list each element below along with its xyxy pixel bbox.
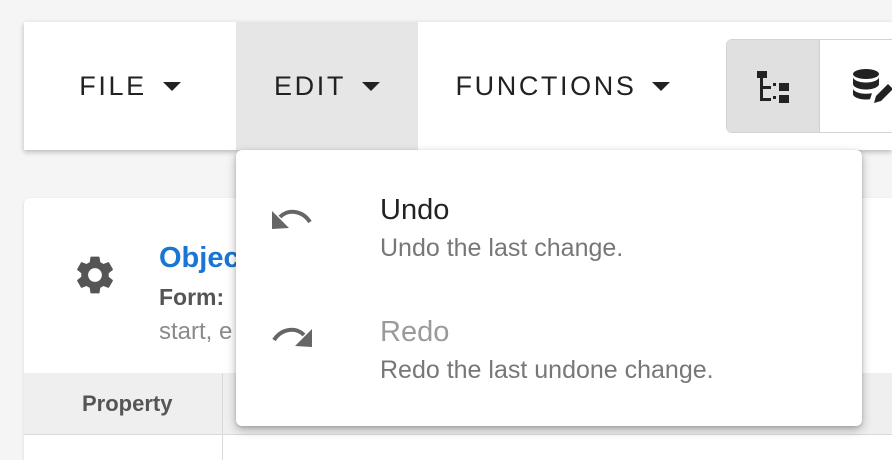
caret-down-icon bbox=[162, 81, 181, 91]
tree-view-icon bbox=[757, 71, 789, 103]
object-subtitle: start, e bbox=[159, 318, 233, 345]
gear-icon bbox=[77, 256, 113, 294]
menu-item-description: Redo the last undone change. bbox=[380, 356, 714, 384]
redo-icon bbox=[272, 327, 312, 347]
menu-item-redo[interactable]: Redo Redo the last undone change. bbox=[236, 272, 862, 394]
caret-down-icon bbox=[652, 81, 671, 91]
column-header-property[interactable]: Property bbox=[82, 391, 172, 417]
edit-menu-button[interactable]: EDIT bbox=[236, 22, 418, 150]
file-menu-label: FILE bbox=[79, 70, 147, 101]
tree-view-toggle[interactable] bbox=[727, 40, 820, 132]
menu-item-undo[interactable]: Undo Undo the last change. bbox=[236, 150, 862, 272]
object-title[interactable]: Objec bbox=[159, 242, 240, 275]
database-edit-toggle[interactable] bbox=[821, 40, 892, 132]
file-menu-button[interactable]: FILE bbox=[24, 22, 236, 150]
edit-menu-label: EDIT bbox=[274, 70, 346, 101]
edit-dropdown-menu: Undo Undo the last change. Redo Redo the… bbox=[236, 150, 862, 426]
menu-item-description: Undo the last change. bbox=[380, 234, 624, 262]
column-divider bbox=[222, 373, 223, 460]
view-toggle-group bbox=[726, 39, 892, 133]
table-row[interactable] bbox=[24, 435, 892, 460]
menu-item-label: Undo bbox=[380, 194, 450, 226]
functions-menu-label: FUNCTIONS bbox=[455, 70, 637, 101]
database-edit-icon bbox=[853, 69, 892, 103]
functions-menu-button[interactable]: FUNCTIONS bbox=[418, 22, 708, 150]
form-label: Form: bbox=[159, 284, 225, 310]
top-toolbar: FILE EDIT FUNCTIONS bbox=[24, 22, 892, 150]
menu-item-label: Redo bbox=[380, 316, 450, 348]
undo-icon bbox=[272, 209, 312, 229]
caret-down-icon bbox=[361, 81, 380, 91]
